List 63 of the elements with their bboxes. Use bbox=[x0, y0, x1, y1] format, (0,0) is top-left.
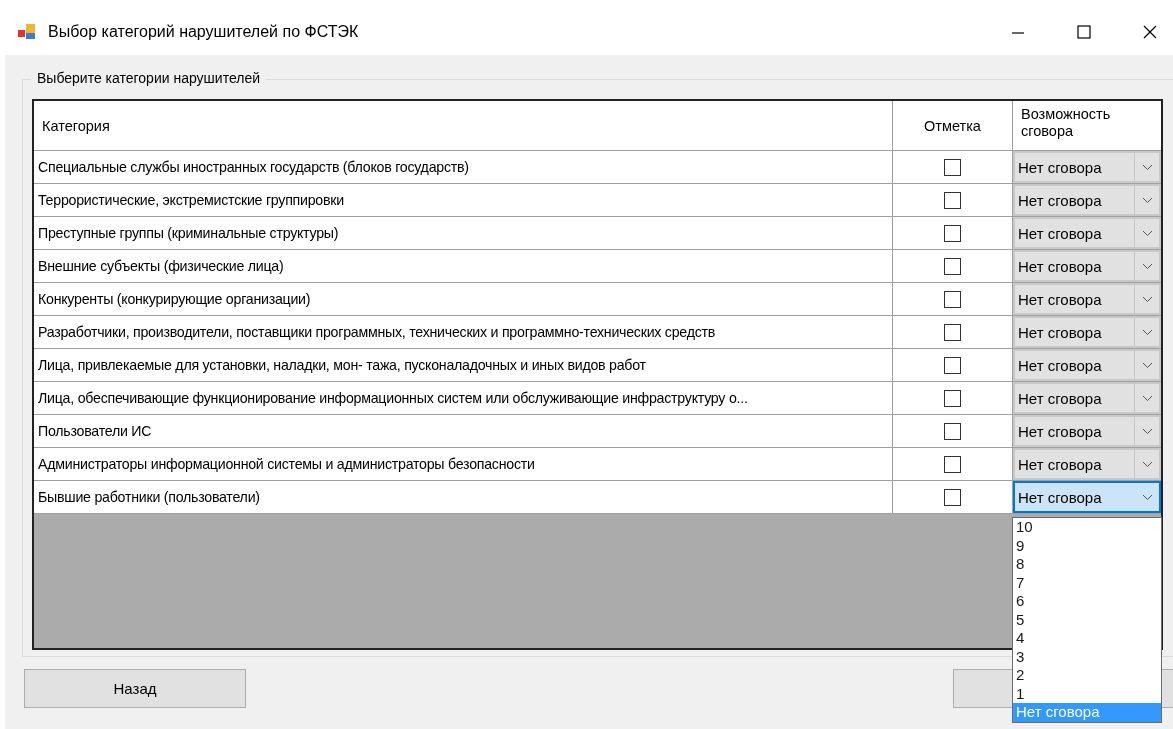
dropdown-option[interactable]: 2 bbox=[1013, 666, 1161, 685]
checkbox[interactable] bbox=[944, 455, 961, 473]
checkbox[interactable] bbox=[944, 158, 961, 176]
checkbox[interactable] bbox=[944, 257, 961, 275]
chevron-down-icon bbox=[1141, 427, 1153, 435]
combo-box[interactable]: Нет сговора bbox=[1013, 382, 1161, 414]
column-header[interactable]: Возможность сговора bbox=[1013, 101, 1161, 150]
combo-box[interactable]: Нет сговора bbox=[1013, 184, 1161, 216]
group-label: Выберите категории нарушителей bbox=[31, 70, 266, 86]
dropdown-option[interactable]: 9 bbox=[1013, 536, 1161, 555]
checkbox[interactable] bbox=[944, 389, 961, 407]
combo-box[interactable]: Нет сговора bbox=[1013, 283, 1161, 315]
table-cell: Внешние субъекты (физические лица) bbox=[34, 250, 893, 282]
combo-box[interactable]: Нет сговора bbox=[1013, 448, 1161, 480]
checkbox[interactable] bbox=[944, 422, 961, 440]
dropdown-option[interactable]: 8 bbox=[1013, 555, 1161, 574]
chevron-down-icon bbox=[1141, 262, 1153, 270]
table-cell: Разработчики, производители, поставщики программных, технических и программно-технических средств bbox=[34, 316, 893, 348]
dropdown-option[interactable]: 6 bbox=[1013, 592, 1161, 611]
window-title: Выбор категорий нарушителей по ФСТЭК bbox=[48, 22, 359, 41]
dropdown-option[interactable]: 10 bbox=[1013, 518, 1161, 537]
checkbox[interactable] bbox=[944, 290, 961, 308]
chevron-down-icon bbox=[1141, 295, 1153, 303]
chevron-down-icon bbox=[1141, 361, 1153, 369]
checkbox[interactable] bbox=[944, 488, 961, 506]
combo-box[interactable]: Нет сговора bbox=[1013, 151, 1161, 183]
maximize-icon[interactable] bbox=[1077, 24, 1091, 39]
combo-box[interactable]: Нет сговора bbox=[1013, 250, 1161, 282]
chevron-down-icon bbox=[1141, 394, 1153, 402]
column-header[interactable]: Отметка bbox=[893, 101, 1013, 150]
chevron-down-icon bbox=[1141, 460, 1153, 468]
combo-box[interactable]: Нет сговора bbox=[1013, 349, 1161, 381]
close-icon[interactable] bbox=[1143, 24, 1157, 39]
table-cell: Администраторы информационной системы и администраторы безопасности bbox=[34, 448, 893, 480]
checkbox[interactable] bbox=[944, 191, 961, 209]
back-button[interactable]: Назад bbox=[24, 669, 246, 708]
chevron-down-icon bbox=[1141, 328, 1153, 336]
combo-box[interactable]: Нет сговора bbox=[1013, 415, 1161, 447]
column-header[interactable]: Категория bbox=[34, 101, 893, 150]
table-cell: Преступные группы (криминальные структуры) bbox=[34, 217, 893, 249]
dropdown-option[interactable]: 4 bbox=[1013, 629, 1161, 648]
app-icon bbox=[18, 23, 36, 40]
combo-box[interactable]: Нет сговора bbox=[1013, 316, 1161, 348]
combo-box[interactable]: Нет сговора bbox=[1013, 217, 1161, 249]
checkbox[interactable] bbox=[944, 224, 961, 242]
dropdown-option[interactable]: 5 bbox=[1013, 610, 1161, 629]
table-cell: Террористические, экстремистские группировки bbox=[34, 184, 893, 216]
table-cell: Лица, обеспечивающие функционирование информационных систем или обслуживающие инфраструктуру о... bbox=[34, 382, 893, 414]
dropdown-option[interactable]: 3 bbox=[1013, 647, 1161, 666]
chevron-down-icon bbox=[1141, 196, 1153, 204]
chevron-down-icon bbox=[1141, 163, 1153, 171]
chevron-down-icon bbox=[1141, 493, 1153, 501]
table-cell: Лица, привлекаемые для установки, наладки, мон- тажа, пусконаладочных и иных видов работ bbox=[34, 349, 893, 381]
dropdown-option[interactable]: 1 bbox=[1013, 684, 1161, 703]
table-cell: Конкуренты (конкурирующие организации) bbox=[34, 283, 893, 315]
table-cell: Специальные службы иностранных государств (блоков государств) bbox=[34, 151, 893, 183]
table-cell: Пользователи ИС bbox=[34, 415, 893, 447]
checkbox[interactable] bbox=[944, 356, 961, 374]
combo-box[interactable]: Нет сговора bbox=[1013, 481, 1161, 513]
table-cell: Бывшие работники (пользователи) bbox=[34, 481, 893, 513]
checkbox[interactable] bbox=[944, 323, 961, 341]
chevron-down-icon bbox=[1141, 229, 1153, 237]
dropdown-option[interactable]: 7 bbox=[1013, 573, 1161, 592]
